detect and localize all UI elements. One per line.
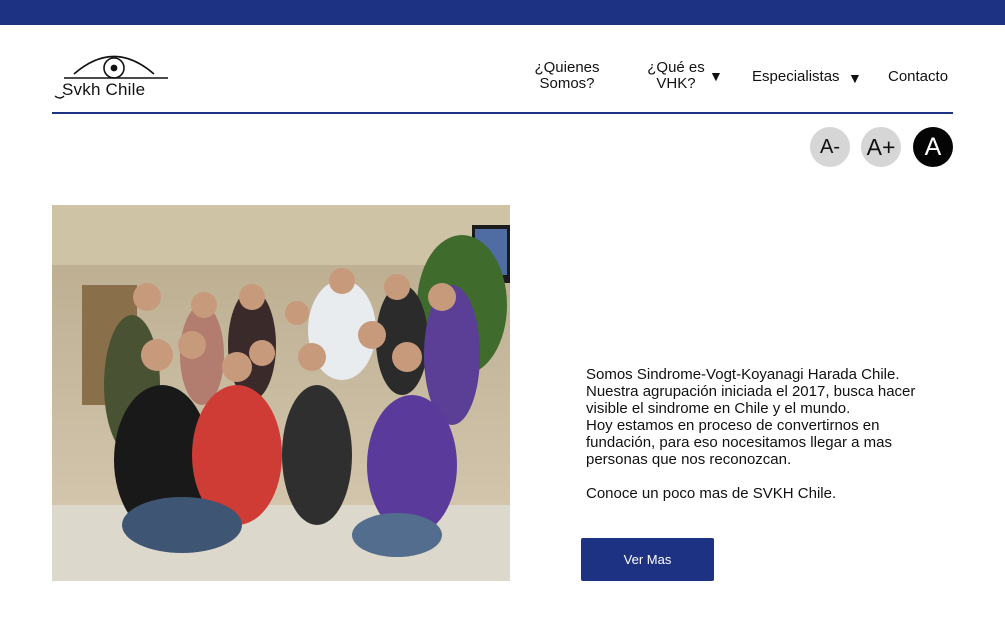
nav-contacto[interactable]: Contacto [888,69,948,85]
description-line: personas que nos reconozcan. [586,451,792,468]
nav-vhk-line1: ¿Qué es [647,59,705,76]
cta-text: Conoce un poco mas de SVKH Chile. [586,485,837,502]
header-divider [52,112,953,114]
description-line: Nuestra agrupación iniciada el 2017, bus… [586,383,916,400]
reset-font-button[interactable]: A [913,127,953,167]
chevron-down-icon[interactable]: ▼ [709,68,723,84]
logo-text[interactable]: Svkh Chile [62,80,145,100]
description-line: Somos Sindrome-Vogt-Koyanagi Harada Chil… [586,366,900,383]
top-bar [0,0,1005,25]
increase-font-button[interactable]: A+ [861,127,901,167]
nav-especialistas[interactable]: Especialistas [752,69,840,85]
description-line: Hoy estamos en proceso de convertirnos e… [586,417,880,434]
nav-quienes-somos[interactable]: ¿Quienes Somos? [530,60,604,92]
nav-quienes-line2: Somos? [539,75,595,92]
description-line: fundación, para eso nocesitamos llegar a… [586,434,893,451]
ver-mas-button[interactable]: Ver Mas [581,538,714,581]
nav-vhk-line2: VHK? [656,75,696,92]
intro-description: Somos Sindrome-Vogt-Koyanagi Harada Chil… [586,366,946,502]
group-photo [52,205,510,581]
nav-quienes-line1: ¿Quienes [534,59,600,76]
description-line: visible el sindrome en Chile y el mundo. [586,400,851,417]
chevron-down-icon[interactable]: ▼ [848,70,862,86]
decrease-font-button[interactable]: A- [810,127,850,167]
nav-que-es-vhk[interactable]: ¿Qué es VHK? [643,60,709,92]
